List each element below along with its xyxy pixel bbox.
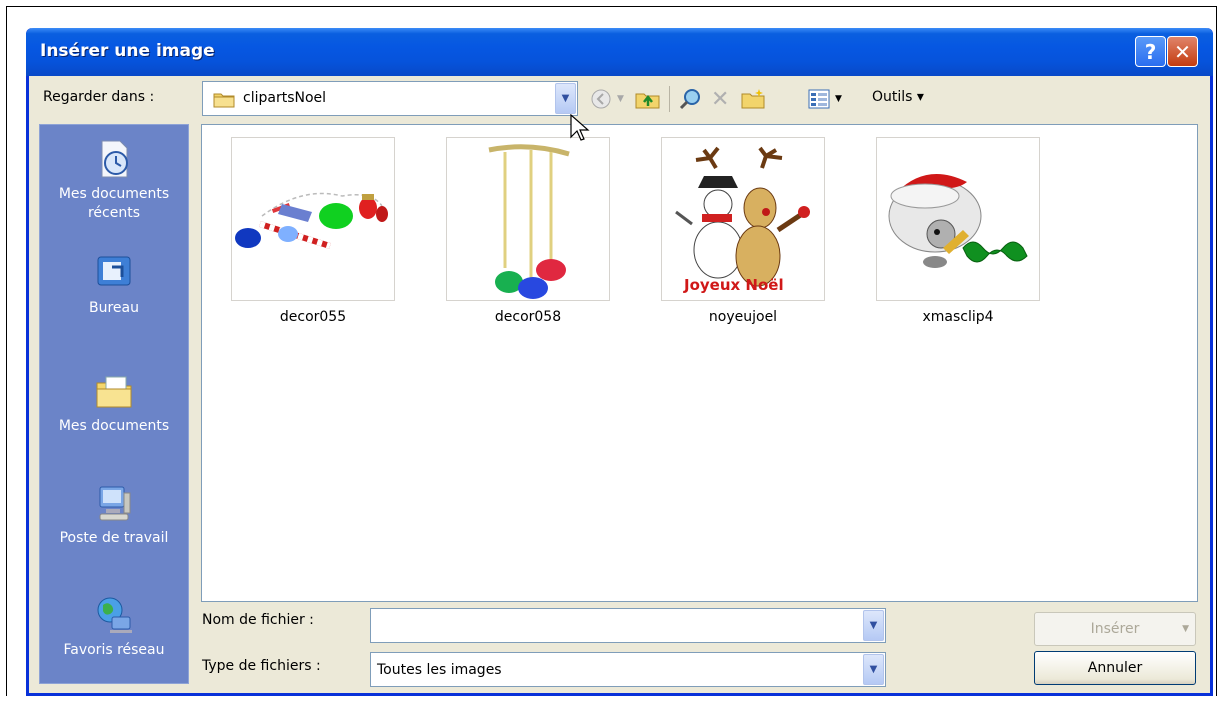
my-documents-icon (94, 371, 134, 411)
back-dropdown-icon[interactable]: ▼ (617, 88, 624, 110)
joyeux-noel-caption: Joyeux Noël (683, 276, 784, 294)
xmasclip4-clipart-image (888, 174, 1028, 268)
file-name-label: xmasclip4 (922, 309, 994, 325)
file-name-input[interactable]: ▼ (370, 608, 886, 643)
network-places-icon (94, 595, 134, 635)
help-button[interactable]: ? (1135, 36, 1166, 67)
insert-image-dialog: Insérer une image ? ✕ Regarder dans : cl… (26, 28, 1213, 696)
desktop-icon (94, 253, 134, 293)
place-recent-documents[interactable]: Mes documents récents (40, 139, 188, 223)
file-thumbnail-xmasclip4[interactable] (876, 137, 1040, 301)
file-type-value: Toutes les images (377, 662, 502, 678)
title-bar[interactable]: Insérer une image ? ✕ (26, 28, 1213, 76)
cancel-button[interactable]: Annuler (1034, 651, 1196, 685)
tools-menu[interactable]: Outils ▾ (872, 89, 924, 105)
file-thumbnail-decor055[interactable] (231, 137, 395, 301)
place-my-computer[interactable]: Poste de travail (40, 483, 188, 548)
decor058-clipart-image (488, 144, 570, 299)
views-dropdown-icon[interactable]: ▼ (835, 88, 842, 110)
back-icon[interactable] (590, 88, 612, 110)
file-type-label: Type de fichiers : (202, 658, 321, 674)
place-my-documents[interactable]: Mes documents (40, 371, 188, 436)
close-button[interactable]: ✕ (1167, 36, 1198, 67)
places-bar: Mes documents récents Bureau Mes documen… (39, 124, 189, 684)
place-label: Poste de travail (59, 530, 169, 546)
file-name-dropdown-arrow[interactable]: ▼ (863, 610, 884, 641)
place-label: Mes documents récents (58, 186, 170, 221)
folder-icon (213, 91, 235, 112)
tools-label: Outils (872, 89, 913, 105)
up-folder-icon[interactable] (635, 88, 661, 110)
look-in-label: Regarder dans : (43, 89, 155, 105)
place-network-places[interactable]: Favoris réseau (40, 595, 188, 660)
decor055-clipart-image (235, 192, 388, 249)
insert-button[interactable]: Insérer ▼ (1034, 612, 1196, 646)
new-folder-icon[interactable] (741, 88, 765, 110)
my-computer-icon (94, 483, 134, 523)
place-label: Bureau (89, 300, 139, 316)
toolbar-separator (669, 86, 670, 112)
look-in-dropdown-arrow[interactable]: ▼ (555, 83, 576, 114)
file-thumbnails-view[interactable]: decor055 decor058 Joyeux Noël noyeujoel … (201, 124, 1198, 602)
dialog-title: Insérer une image (40, 41, 215, 61)
look-in-combo[interactable]: clipartsNoel ▼ (202, 81, 578, 116)
recent-documents-icon (94, 139, 134, 179)
file-type-dropdown-arrow[interactable]: ▼ (863, 654, 884, 685)
search-web-icon[interactable] (679, 88, 703, 110)
file-type-select[interactable]: Toutes les images ▼ (370, 652, 886, 687)
place-label: Favoris réseau (63, 642, 165, 658)
insert-button-label: Insérer (1090, 621, 1140, 637)
mouse-cursor-icon (570, 113, 590, 146)
file-name-label: decor055 (279, 309, 347, 325)
noyeujoel-clipart-image: Joyeux Noël (675, 146, 810, 294)
file-name-label: noyeujoel (708, 309, 778, 325)
delete-icon[interactable]: ✕ (711, 87, 729, 112)
file-name-label-text: Nom de fichier : (202, 612, 314, 628)
file-thumbnail-noyeujoel[interactable]: Joyeux Noël (661, 137, 825, 301)
place-label: Mes documents (58, 418, 170, 434)
insert-options-arrow[interactable]: ▼ (1182, 624, 1189, 634)
file-thumbnail-decor058[interactable] (446, 137, 610, 301)
place-desktop[interactable]: Bureau (40, 253, 188, 318)
file-name-label: decor058 (494, 309, 562, 325)
look-in-value: clipartsNoel (243, 90, 327, 106)
views-icon[interactable] (808, 88, 830, 110)
